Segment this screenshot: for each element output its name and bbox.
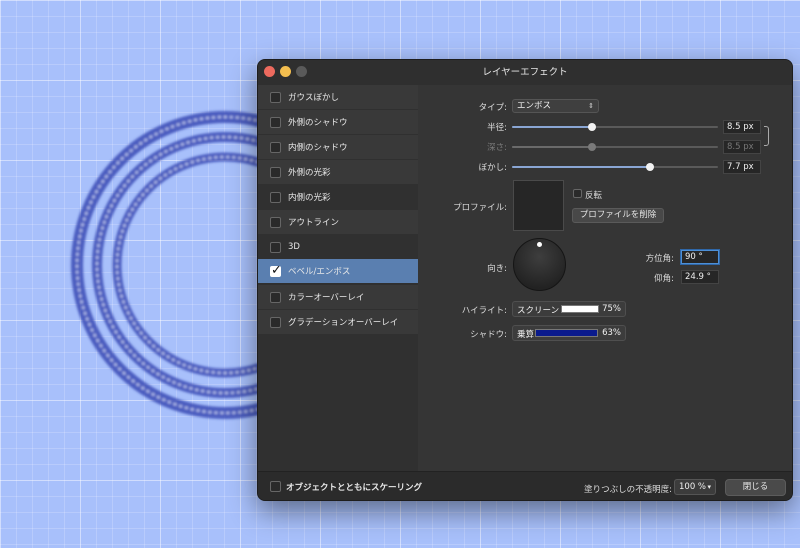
checkmark-icon[interactable]: ✓ [270, 264, 282, 277]
sidebar-item-label: アウトライン [288, 218, 340, 228]
radius-slider[interactable] [512, 123, 718, 131]
type-label: タイプ: [478, 103, 507, 113]
sidebar-item-gradient-overlay[interactable]: グラデーションオーバーレイ [258, 310, 418, 334]
invert-label: 反転 [585, 191, 603, 201]
fill-opacity-select[interactable]: 100 % ▾ [674, 479, 716, 495]
direction-dial-handle[interactable] [537, 242, 542, 247]
type-select[interactable]: エンボス ⇕ [512, 99, 599, 113]
effects-sidebar: ガウスぼかし 外側のシャドウ 内側のシャドウ 外側の光彩 内側の光彩 アウトライ… [258, 85, 418, 471]
updown-chevron-icon: ⇕ [588, 102, 594, 110]
elevation-field[interactable]: 24.9 ° [681, 270, 719, 284]
sidebar-item-color-overlay[interactable]: カラーオーバーレイ [258, 285, 418, 309]
blur-slider-fill [512, 166, 651, 168]
shadow-label: シャドウ: [470, 330, 507, 340]
azimuth-label: 方位角: [645, 254, 674, 264]
sidebar-item-outline[interactable]: アウトライン [258, 210, 418, 234]
radius-label: 半径: [487, 123, 507, 133]
effect-checkbox[interactable] [270, 91, 281, 103]
fill-opacity-value: 100 % [679, 482, 707, 492]
effect-checkbox[interactable] [270, 166, 281, 178]
depth-slider-knob[interactable] [588, 143, 597, 151]
direction-label: 向き: [487, 264, 507, 274]
sidebar-item-outer-shadow[interactable]: 外側のシャドウ [258, 110, 418, 134]
delete-profile-button[interactable]: プロファイルを削除 [572, 208, 664, 223]
elevation-label: 仰角: [654, 274, 674, 284]
sidebar-item-3d[interactable]: 3D [258, 235, 418, 259]
effect-checkbox[interactable] [270, 191, 281, 203]
radius-slider-fill [512, 126, 593, 128]
invert-checkbox[interactable] [573, 189, 582, 198]
depth-slider[interactable] [512, 143, 718, 151]
close-button[interactable]: 閉じる [725, 479, 786, 496]
shadow-blend-control[interactable]: 乗算 63% [512, 325, 626, 341]
sidebar-item-label: 外側のシャドウ [288, 118, 348, 128]
bevel-settings-panel: タイプ: エンボス ⇕ 半径: 8.5 px 深さ: 8.5 px ぼかし: 7… [418, 85, 792, 471]
sidebar-item-inner-glow[interactable]: 内側の光彩 [258, 185, 418, 209]
effect-checkbox[interactable] [270, 116, 281, 128]
blur-field[interactable]: 7.7 px [723, 160, 761, 174]
blur-slider[interactable] [512, 163, 718, 171]
profile-curve-editor[interactable] [513, 180, 564, 231]
sidebar-item-label: ベベル/エンボス [288, 267, 351, 277]
scale-with-object-label: オブジェクトとともにスケーリング [286, 483, 423, 493]
shadow-color-swatch[interactable] [535, 329, 598, 337]
sidebar-item-outer-glow[interactable]: 外側の光彩 [258, 160, 418, 184]
sidebar-item-label: カラーオーバーレイ [288, 293, 365, 303]
shadow-opacity: 63% [602, 328, 621, 338]
highlight-color-swatch[interactable] [561, 305, 599, 313]
scale-with-object-checkbox[interactable] [270, 481, 281, 492]
blur-slider-knob[interactable] [646, 163, 655, 171]
highlight-mode: スクリーン [517, 306, 560, 316]
layer-effects-dialog: レイヤーエフェクト ガウスぼかし 外側のシャドウ 内側のシャドウ 外側の光彩 内… [257, 59, 793, 501]
highlight-opacity: 75% [602, 304, 621, 314]
chevron-down-icon: ▾ [707, 483, 711, 491]
blur-label: ぼかし: [478, 163, 507, 173]
type-select-value: エンボス [517, 101, 552, 111]
sidebar-item-label: グラデーションオーバーレイ [288, 318, 399, 328]
depth-slider-fill [512, 146, 593, 148]
direction-dial[interactable] [513, 238, 566, 291]
sidebar-item-bevel-emboss[interactable]: ✓ ベベル/エンボス [258, 259, 418, 283]
sidebar-item-inner-shadow[interactable]: 内側のシャドウ [258, 135, 418, 159]
radius-slider-knob[interactable] [588, 123, 597, 131]
profile-label: プロファイル: [453, 203, 507, 213]
effect-checkbox[interactable] [270, 216, 281, 228]
title-bar: レイヤーエフェクト [258, 60, 792, 85]
highlight-blend-control[interactable]: スクリーン 75% [512, 301, 626, 317]
radius-field[interactable]: 8.5 px [723, 120, 761, 134]
window-title: レイヤーエフェクト [482, 67, 568, 78]
azimuth-field[interactable]: 90 ° [681, 250, 719, 264]
sidebar-item-label: ガウスぼかし [288, 93, 340, 103]
link-icon[interactable] [764, 126, 769, 146]
sidebar-item-label: 外側の光彩 [288, 168, 331, 178]
effect-checkbox[interactable] [270, 291, 281, 303]
effect-checkbox[interactable] [270, 316, 281, 328]
fill-opacity-label: 塗りつぶしの不透明度: [584, 485, 672, 495]
sidebar-item-label: 内側の光彩 [288, 193, 331, 203]
shadow-mode: 乗算 [517, 330, 535, 340]
effect-checkbox[interactable] [270, 241, 281, 253]
sidebar-item-gaussian-blur[interactable]: ガウスぼかし [258, 85, 418, 109]
sidebar-item-label: 3D [288, 242, 300, 252]
sidebar-item-label: 内側のシャドウ [288, 143, 348, 153]
depth-label: 深さ: [487, 143, 507, 153]
depth-field[interactable]: 8.5 px [723, 140, 761, 154]
effect-checkbox[interactable] [270, 141, 281, 153]
highlight-label: ハイライト: [461, 306, 507, 316]
dialog-footer: オブジェクトとともにスケーリング 塗りつぶしの不透明度: 100 % ▾ 閉じる [258, 471, 792, 500]
